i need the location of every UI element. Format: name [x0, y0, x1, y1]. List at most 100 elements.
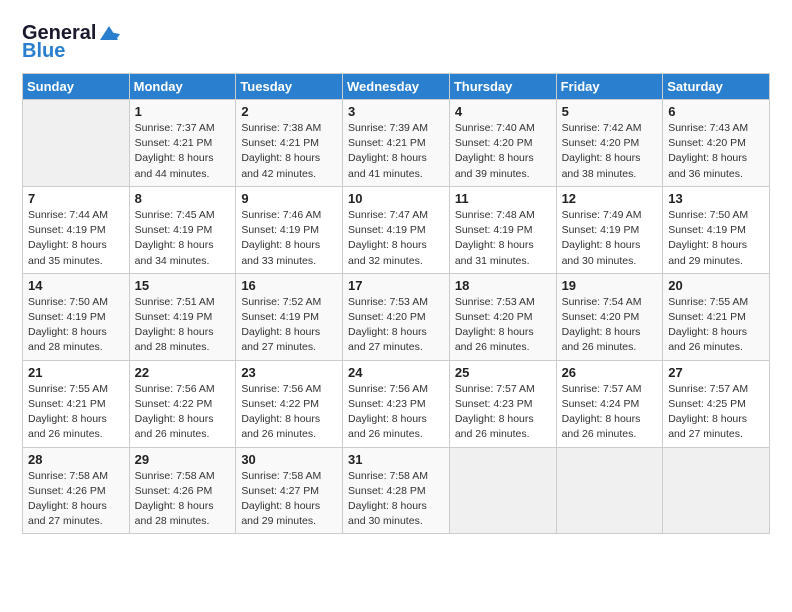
day-number: 15: [135, 278, 231, 293]
day-info: Sunrise: 7:56 AMSunset: 4:22 PMDaylight:…: [135, 382, 231, 443]
day-info: Sunrise: 7:50 AMSunset: 4:19 PMDaylight:…: [668, 208, 764, 269]
day-cell: 10 Sunrise: 7:47 AMSunset: 4:19 PMDayligh…: [343, 186, 450, 273]
day-number: 5: [562, 104, 658, 119]
day-cell: 21 Sunrise: 7:55 AMSunset: 4:21 PMDayligh…: [23, 360, 130, 447]
day-info: Sunrise: 7:47 AMSunset: 4:19 PMDaylight:…: [348, 208, 444, 269]
day-cell: 31 Sunrise: 7:58 AMSunset: 4:28 PMDayligh…: [343, 447, 450, 534]
day-number: 4: [455, 104, 551, 119]
day-number: 23: [241, 365, 337, 380]
day-info: Sunrise: 7:58 AMSunset: 4:26 PMDaylight:…: [28, 469, 124, 530]
day-cell: 23Sunrise: 7:56 AMSunset: 4:22 PMDayligh…: [236, 360, 343, 447]
weekday-header-row: SundayMondayTuesdayWednesdayThursdayFrid…: [23, 74, 770, 100]
day-cell: 13 Sunrise: 7:50 AMSunset: 4:19 PMDayligh…: [663, 186, 770, 273]
day-cell: 22 Sunrise: 7:56 AMSunset: 4:22 PMDayligh…: [129, 360, 236, 447]
day-number: 31: [348, 452, 444, 467]
day-number: 21: [28, 365, 124, 380]
day-cell: 4 Sunrise: 7:40 AMSunset: 4:20 PMDaylight…: [449, 100, 556, 187]
day-cell: 11 Sunrise: 7:48 AMSunset: 4:19 PMDayligh…: [449, 186, 556, 273]
weekday-header-monday: Monday: [129, 74, 236, 100]
day-info: Sunrise: 7:38 AMSunset: 4:21 PMDaylight:…: [241, 121, 337, 182]
day-number: 25: [455, 365, 551, 380]
day-cell: 25 Sunrise: 7:57 AMSunset: 4:23 PMDayligh…: [449, 360, 556, 447]
day-cell: 7Sunrise: 7:44 AMSunset: 4:19 PMDaylight…: [23, 186, 130, 273]
day-cell: 6 Sunrise: 7:43 AMSunset: 4:20 PMDaylight…: [663, 100, 770, 187]
day-cell: 15 Sunrise: 7:51 AMSunset: 4:19 PMDayligh…: [129, 273, 236, 360]
day-info: Sunrise: 7:37 AMSunset: 4:21 PMDaylight:…: [135, 121, 231, 182]
day-info: Sunrise: 7:57 AMSunset: 4:24 PMDaylight:…: [562, 382, 658, 443]
day-number: 2: [241, 104, 337, 119]
day-info: Sunrise: 7:42 AMSunset: 4:20 PMDaylight:…: [562, 121, 658, 182]
day-cell: [556, 447, 663, 534]
logo: General Blue: [22, 22, 120, 63]
day-cell: 16 Sunrise: 7:52 AMSunset: 4:19 PMDayligh…: [236, 273, 343, 360]
day-cell: 5 Sunrise: 7:42 AMSunset: 4:20 PMDaylight…: [556, 100, 663, 187]
day-cell: 14 Sunrise: 7:50 AMSunset: 4:19 PMDayligh…: [23, 273, 130, 360]
day-number: 12: [562, 191, 658, 206]
day-cell: 18 Sunrise: 7:53 AMSunset: 4:20 PMDayligh…: [449, 273, 556, 360]
day-info: Sunrise: 7:51 AMSunset: 4:19 PMDaylight:…: [135, 295, 231, 356]
week-row-5: 28 Sunrise: 7:58 AMSunset: 4:26 PMDayligh…: [23, 447, 770, 534]
day-number: 28: [28, 452, 124, 467]
weekday-header-saturday: Saturday: [663, 74, 770, 100]
day-info: Sunrise: 7:48 AMSunset: 4:19 PMDaylight:…: [455, 208, 551, 269]
day-number: 8: [135, 191, 231, 206]
week-row-1: 1 Sunrise: 7:37 AMSunset: 4:21 PMDaylight…: [23, 100, 770, 187]
day-number: 24: [348, 365, 444, 380]
day-info: Sunrise: 7:53 AMSunset: 4:20 PMDaylight:…: [348, 295, 444, 356]
header: General Blue: [22, 18, 770, 63]
weekday-header-wednesday: Wednesday: [343, 74, 450, 100]
calendar-body: 1 Sunrise: 7:37 AMSunset: 4:21 PMDaylight…: [23, 100, 770, 534]
day-number: 3: [348, 104, 444, 119]
day-info: Sunrise: 7:40 AMSunset: 4:20 PMDaylight:…: [455, 121, 551, 182]
day-info: Sunrise: 7:56 AMSunset: 4:23 PMDaylight:…: [348, 382, 444, 443]
day-info: Sunrise: 7:46 AMSunset: 4:19 PMDaylight:…: [241, 208, 337, 269]
day-cell: 26 Sunrise: 7:57 AMSunset: 4:24 PMDayligh…: [556, 360, 663, 447]
day-info: Sunrise: 7:53 AMSunset: 4:20 PMDaylight:…: [455, 295, 551, 356]
day-number: 19: [562, 278, 658, 293]
week-row-3: 14 Sunrise: 7:50 AMSunset: 4:19 PMDayligh…: [23, 273, 770, 360]
day-info: Sunrise: 7:50 AMSunset: 4:19 PMDaylight:…: [28, 295, 124, 356]
day-cell: 2 Sunrise: 7:38 AMSunset: 4:21 PMDaylight…: [236, 100, 343, 187]
day-number: 1: [135, 104, 231, 119]
weekday-header-sunday: Sunday: [23, 74, 130, 100]
day-cell: 17 Sunrise: 7:53 AMSunset: 4:20 PMDayligh…: [343, 273, 450, 360]
day-number: 6: [668, 104, 764, 119]
day-number: 22: [135, 365, 231, 380]
weekday-header-thursday: Thursday: [449, 74, 556, 100]
day-info: Sunrise: 7:55 AMSunset: 4:21 PMDaylight:…: [28, 382, 124, 443]
day-cell: 9 Sunrise: 7:46 AMSunset: 4:19 PMDaylight…: [236, 186, 343, 273]
day-number: 16: [241, 278, 337, 293]
day-number: 30: [241, 452, 337, 467]
day-cell: [23, 100, 130, 187]
day-cell: 29 Sunrise: 7:58 AMSunset: 4:26 PMDayligh…: [129, 447, 236, 534]
day-number: 29: [135, 452, 231, 467]
day-number: 10: [348, 191, 444, 206]
week-row-2: 7Sunrise: 7:44 AMSunset: 4:19 PMDaylight…: [23, 186, 770, 273]
day-cell: 24 Sunrise: 7:56 AMSunset: 4:23 PMDayligh…: [343, 360, 450, 447]
day-number: 18: [455, 278, 551, 293]
day-info: Sunrise: 7:58 AMSunset: 4:26 PMDaylight:…: [135, 469, 231, 530]
day-number: 11: [455, 191, 551, 206]
day-info: Sunrise: 7:43 AMSunset: 4:20 PMDaylight:…: [668, 121, 764, 182]
day-info: Sunrise: 7:57 AMSunset: 4:23 PMDaylight:…: [455, 382, 551, 443]
day-number: 27: [668, 365, 764, 380]
day-cell: 8Sunrise: 7:45 AMSunset: 4:19 PMDaylight…: [129, 186, 236, 273]
day-number: 26: [562, 365, 658, 380]
day-cell: 12Sunrise: 7:49 AMSunset: 4:19 PMDayligh…: [556, 186, 663, 273]
day-number: 14: [28, 278, 124, 293]
day-info: Sunrise: 7:58 AMSunset: 4:28 PMDaylight:…: [348, 469, 444, 530]
day-info: Sunrise: 7:54 AMSunset: 4:20 PMDaylight:…: [562, 295, 658, 356]
day-number: 9: [241, 191, 337, 206]
day-info: Sunrise: 7:39 AMSunset: 4:21 PMDaylight:…: [348, 121, 444, 182]
day-cell: [663, 447, 770, 534]
day-number: 20: [668, 278, 764, 293]
calendar-page: General Blue SundayMondayTuesdayWednesda…: [0, 0, 792, 612]
weekday-header-tuesday: Tuesday: [236, 74, 343, 100]
day-info: Sunrise: 7:58 AMSunset: 4:27 PMDaylight:…: [241, 469, 337, 530]
day-number: 7: [28, 191, 124, 206]
day-number: 17: [348, 278, 444, 293]
day-cell: 3 Sunrise: 7:39 AMSunset: 4:21 PMDaylight…: [343, 100, 450, 187]
day-number: 13: [668, 191, 764, 206]
day-info: Sunrise: 7:52 AMSunset: 4:19 PMDaylight:…: [241, 295, 337, 356]
day-info: Sunrise: 7:57 AMSunset: 4:25 PMDaylight:…: [668, 382, 764, 443]
